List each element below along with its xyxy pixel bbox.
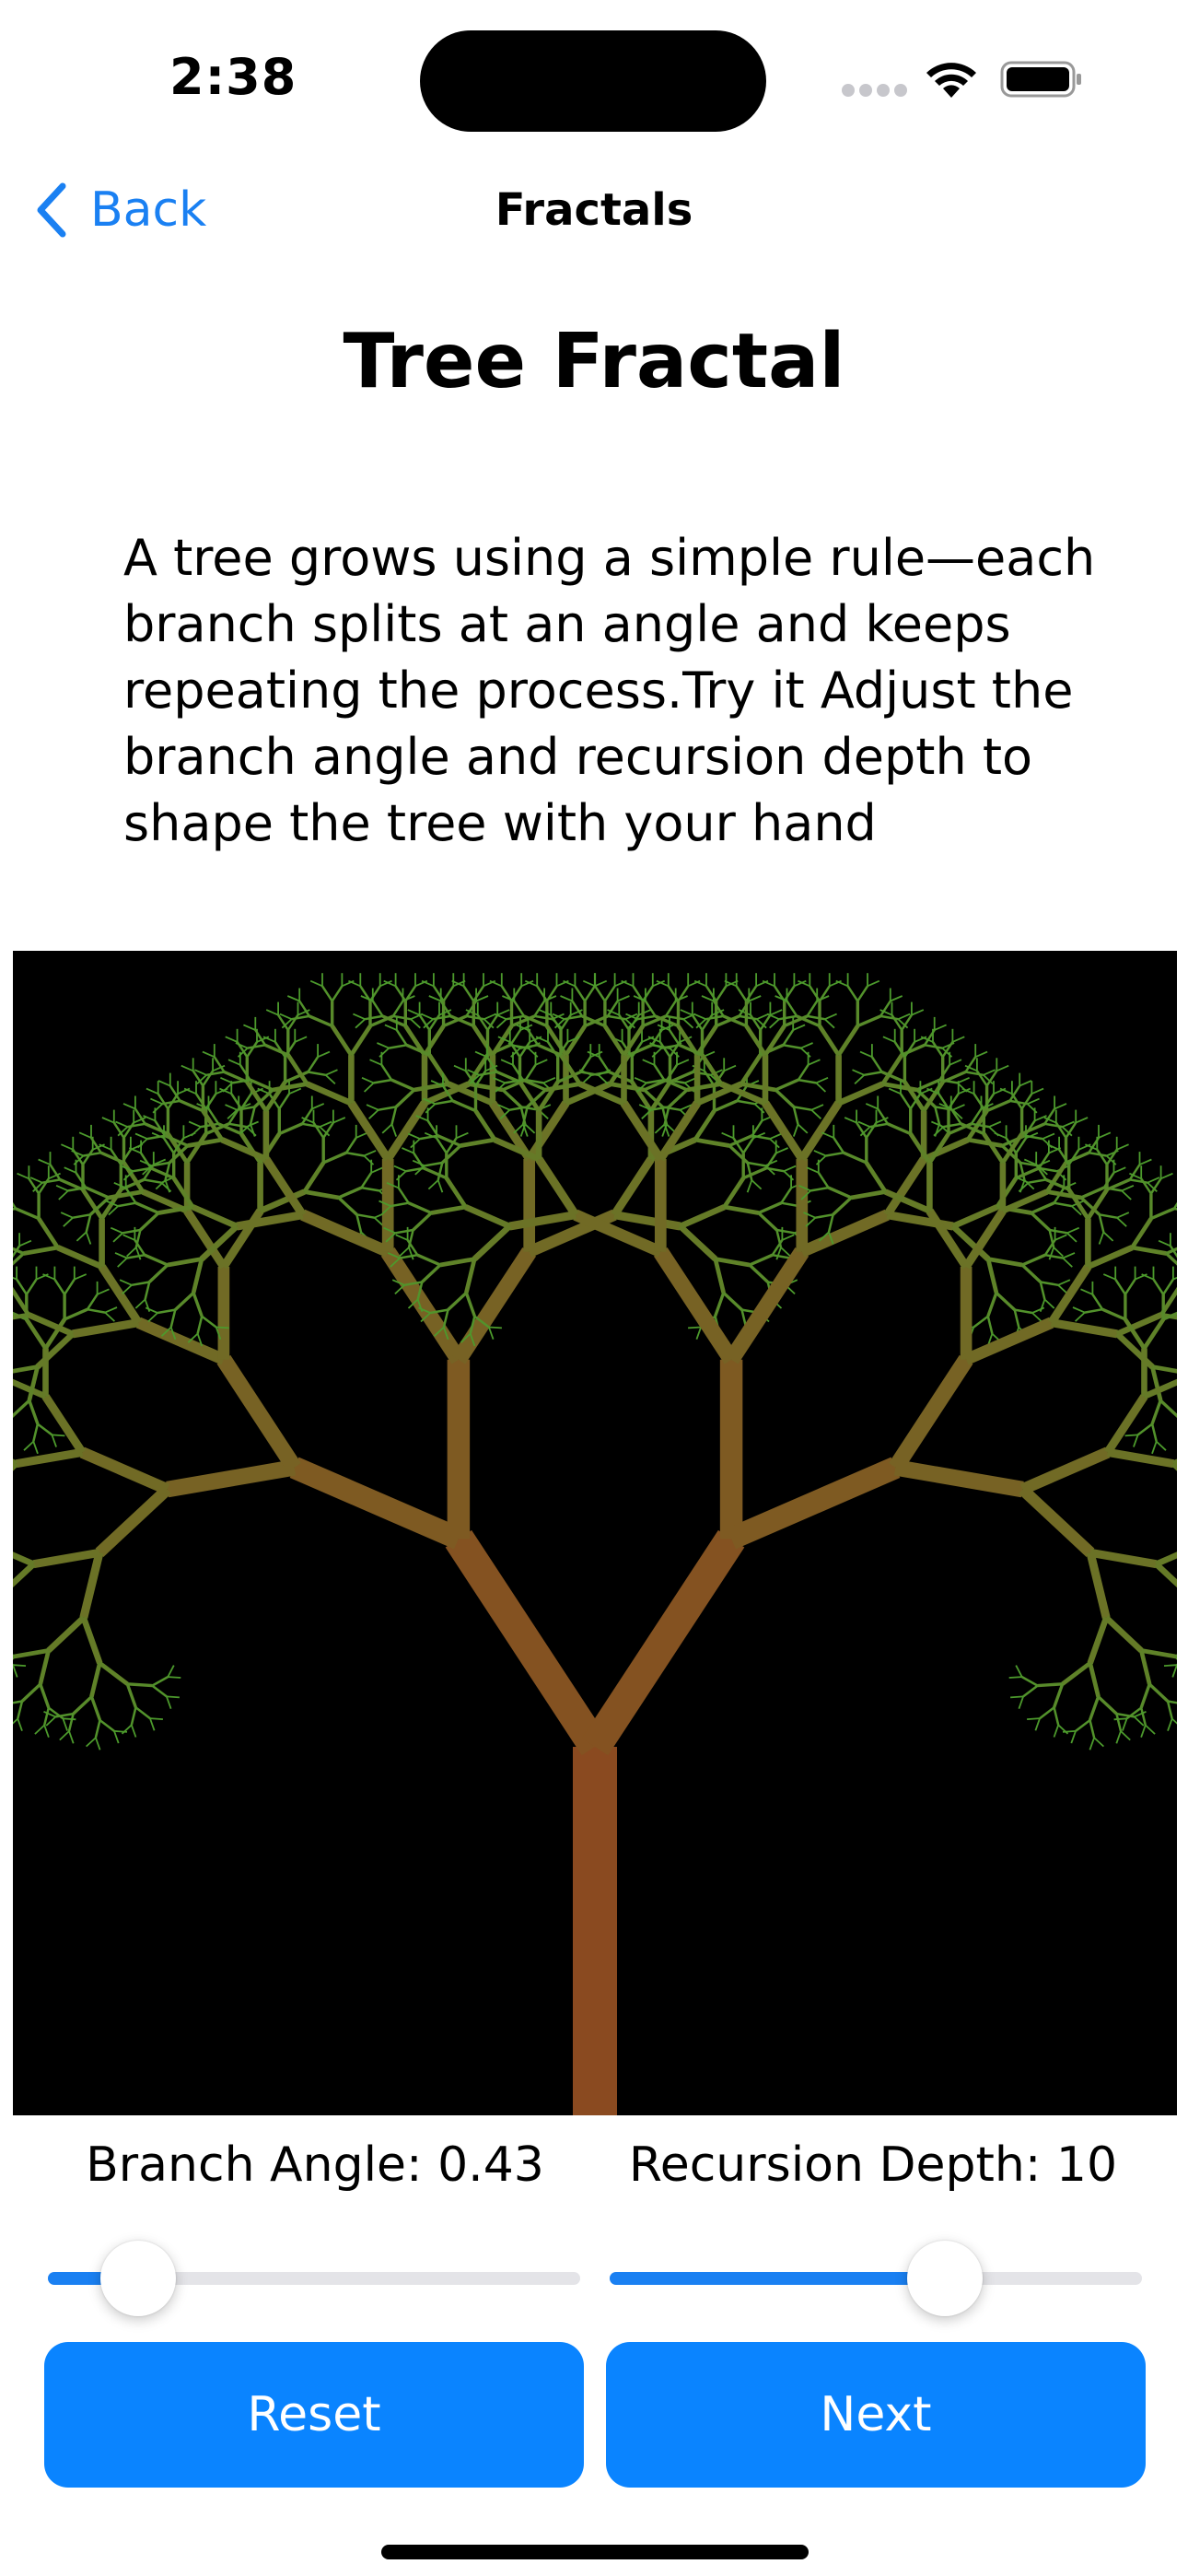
cellular-signal-icon [842, 84, 908, 97]
tree-fractal-drawing [13, 973, 1177, 2115]
next-button[interactable]: Next [606, 2342, 1146, 2488]
nav-title: Fractals [495, 184, 693, 236]
tree-fractal-canvas [13, 951, 1177, 2115]
description-text: A tree grows using a simple rule—each br… [123, 529, 1096, 852]
recursion-depth-slider[interactable] [610, 2241, 1142, 2316]
branch-angle-slider[interactable] [48, 2241, 580, 2316]
wifi-icon [926, 63, 976, 98]
branch-angle-label: Branch Angle: 0.43 [86, 2137, 544, 2193]
page-title: Tree Fractal [343, 318, 845, 405]
reset-button[interactable]: Reset [44, 2342, 584, 2488]
status-time: 2:38 [169, 48, 297, 106]
home-indicator [381, 2545, 809, 2559]
battery-icon [1000, 61, 1081, 98]
branch-angle-slider-thumb[interactable] [100, 2241, 177, 2316]
dynamic-island [420, 30, 766, 132]
recursion-depth-slider-fill [610, 2272, 946, 2285]
recursion-depth-label: Recursion Depth: 10 [628, 2137, 1118, 2193]
recursion-depth-slider-thumb[interactable] [907, 2241, 984, 2316]
